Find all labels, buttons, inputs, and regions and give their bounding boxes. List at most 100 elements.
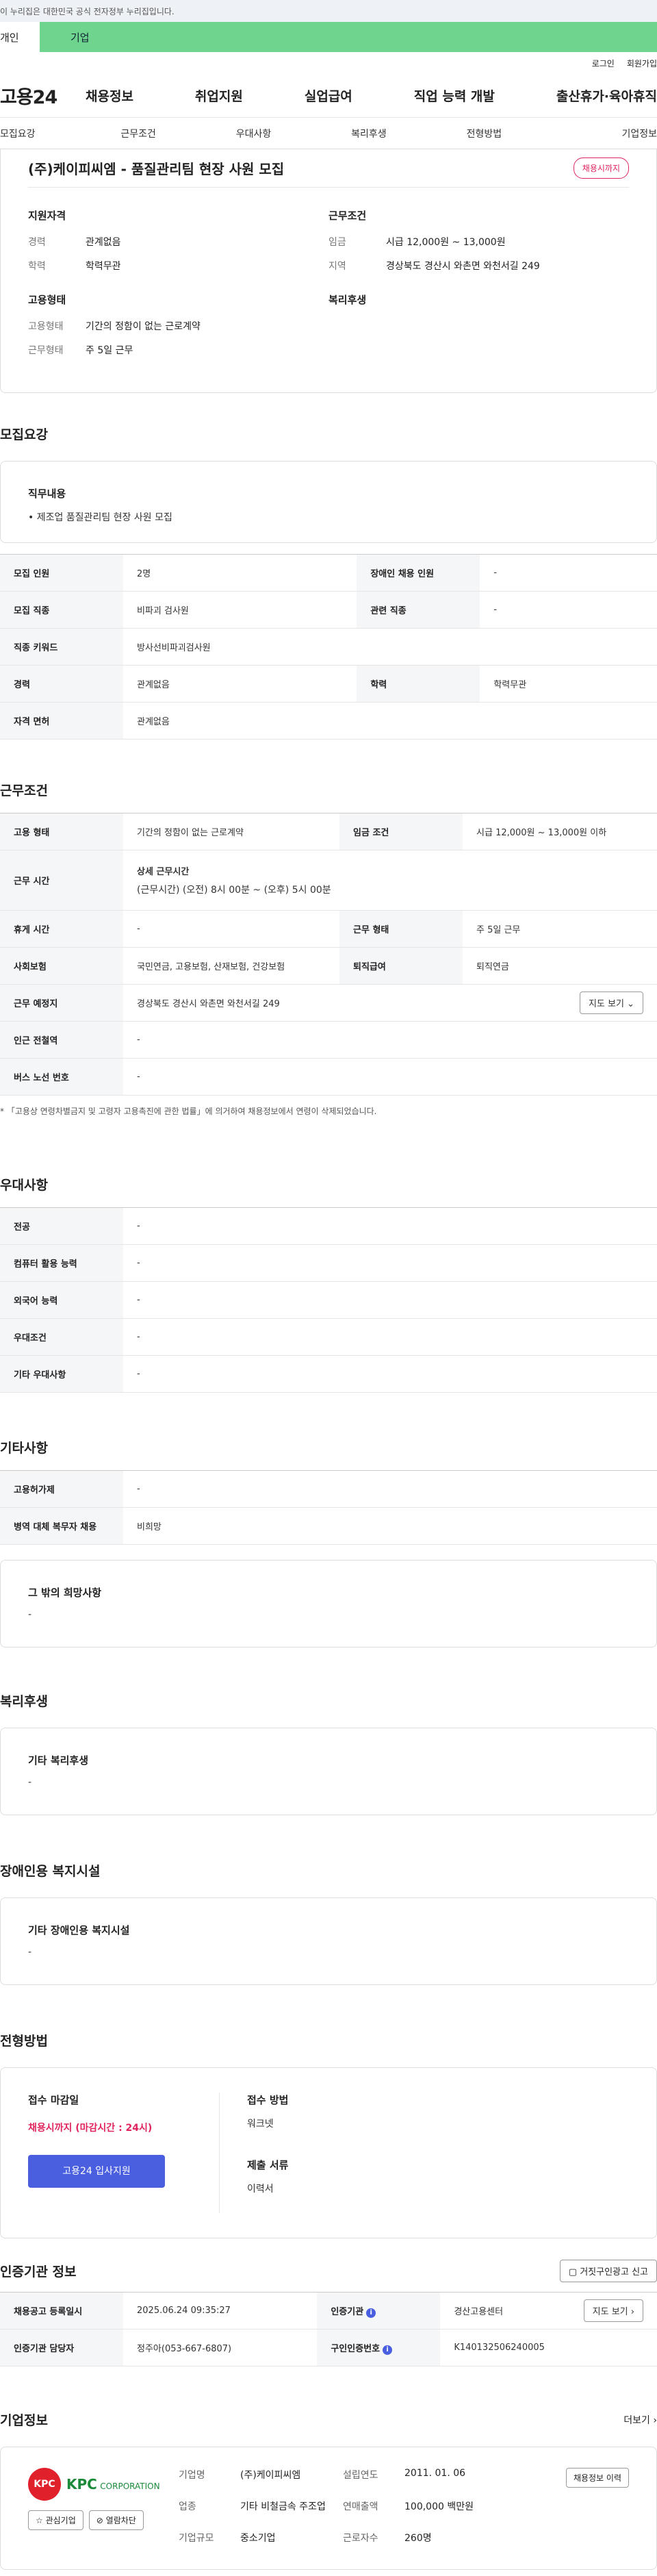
map-button[interactable]: 지도 보기 ⌄ xyxy=(579,992,643,1014)
tab-company[interactable]: 기업 xyxy=(40,22,657,52)
table-row: 버스 노선 번호 - xyxy=(0,1058,657,1096)
login-link[interactable]: 로그인 xyxy=(592,58,615,69)
deadline-value: 채용시까지 (마감시간 : 24시) xyxy=(28,2123,153,2134)
row-value: 2명 xyxy=(123,554,357,592)
row-value: - xyxy=(123,1318,657,1356)
info-icon[interactable]: i xyxy=(366,2308,376,2318)
fav-button[interactable]: ☆ 관심기업 xyxy=(28,2510,83,2530)
hours-cell: 상세 근무시간 (근무시간) (오전) 8시 00분 ~ (오후) 5시 00분 xyxy=(123,850,657,911)
cond-value: 경상북도 경산시 와촌면 와천서길 249 xyxy=(386,261,540,272)
gnb-item-unemployment[interactable]: 실업급여 xyxy=(305,86,352,105)
apply-box: 접수 마감일 채용시까지 (마감시간 : 24시) 고용24 입사지원 접수 방… xyxy=(0,2067,657,2238)
co-label: 기업규모 xyxy=(179,2533,214,2544)
row-label: 인증기관 담당자 xyxy=(0,2329,123,2366)
docs-value: 이력서 xyxy=(247,2184,274,2195)
row-value: - xyxy=(123,910,340,948)
info-icon[interactable]: i xyxy=(383,2345,393,2355)
subnav-welfare[interactable]: 복리후생 xyxy=(311,127,426,140)
gnb-item-skills[interactable]: 직업 능력 개발 xyxy=(414,86,495,105)
org-cell: 경산고용센터 지도 보기 › xyxy=(440,2292,657,2329)
row-label: 고용 형태 xyxy=(0,813,123,850)
history-button[interactable]: 채용정보 이력 xyxy=(565,2468,629,2488)
duty-text: • 제조업 품질관리팀 현장 사원 모집 xyxy=(28,512,172,523)
qual-label: 경력 xyxy=(28,237,46,248)
table-row: 고용 형태 기간의 정함이 없는 근로계약 임금 조건 시급 12,000원 ~… xyxy=(0,813,657,850)
org-label: 인증기관 xyxy=(331,2306,364,2317)
co-value: 중소기업 xyxy=(240,2533,276,2544)
tab-personal[interactable]: 개인 xyxy=(0,22,40,52)
gnb-item-parental-leave[interactable]: 출산휴가·육아휴직 xyxy=(556,86,657,105)
chevron-right-icon: › xyxy=(653,2414,657,2426)
co-label: 기업명 xyxy=(179,2470,205,2481)
row-label: 관련 직종 xyxy=(357,591,480,629)
company-title: 기업정보 xyxy=(0,2413,48,2428)
apply-button[interactable]: 고용24 입사지원 xyxy=(28,2155,165,2188)
gov-notice: 이 누리집은 대한민국 공식 전자정부 누리집입니다. xyxy=(0,7,175,16)
recruit-section: 모집요강 직무내용 • 제조업 품질관리팀 현장 사원 모집 모집 인원 2명 … xyxy=(0,425,657,740)
table-row: 인증기관 담당자 정주아(053-667-6807) 구인인증번호 i K1401… xyxy=(0,2329,657,2366)
welfare-heading: 복리후생 xyxy=(328,294,367,306)
row-label: 전공 xyxy=(0,1207,123,1245)
row-label: 외국어 능력 xyxy=(0,1281,123,1319)
gnb-item-jobs[interactable]: 채용정보 xyxy=(86,86,133,105)
report-button[interactable]: ▢ 거짓구인광고 신고 xyxy=(559,2260,657,2282)
cert-table: 채용공고 등록일시 2025.06.24 09:35:27 인증기관 i 경산고용… xyxy=(0,2292,657,2366)
row-label: 모집 직종 xyxy=(0,591,123,629)
table-row: 외국어 능력 - xyxy=(0,1281,657,1319)
method-value: 워크넷 xyxy=(247,2119,274,2130)
row-value: K140132506240005 xyxy=(440,2329,657,2366)
work-table: 고용 형태 기간의 정함이 없는 근로계약 임금 조건 시급 12,000원 ~… xyxy=(0,813,657,1096)
row-value: - xyxy=(123,1470,657,1508)
summary-card: (주)케이피씨엠 - 품질관리팀 현장 사원 모집 채용시까지 지원자격 경력 관… xyxy=(0,149,657,393)
company-section: 기업정보 더보기 › KPC KPC CORPORATION ☆ 관심기업 ⊘ … xyxy=(0,2410,657,2570)
row-value: - xyxy=(480,591,657,629)
row-label: 직종 키워드 xyxy=(0,628,123,666)
subnav-company[interactable]: 기업정보 xyxy=(542,127,657,140)
row-label: 컴퓨터 활용 능력 xyxy=(0,1244,123,1282)
table-row: 병역 대체 복무자 채용 비희망 xyxy=(0,1507,657,1545)
deadline-badge: 채용시까지 xyxy=(573,157,629,179)
disability-box: 기타 장애인용 복지시설 - xyxy=(0,1897,657,1985)
emp-label: 고용형태 xyxy=(28,321,64,332)
id-label: 구인인증번호 xyxy=(331,2343,381,2354)
subnav-pref[interactable]: 우대사항 xyxy=(196,127,311,140)
cond-heading: 근무조건 xyxy=(328,210,367,222)
table-row: 채용공고 등록일시 2025.06.24 09:35:27 인증기관 i 경산고용… xyxy=(0,2292,657,2329)
co-value: (주)케이피씨엠 xyxy=(240,2470,301,2481)
age-note: * 「고용상 연령차별금지 및 고령자 고용촉진에 관한 법률」에 의거하여 채… xyxy=(0,1107,377,1116)
org-map-button[interactable]: 지도 보기 › xyxy=(583,2299,643,2322)
kpc-logo-sub: CORPORATION xyxy=(100,2482,160,2491)
more-link[interactable]: 더보기 › xyxy=(623,2413,657,2427)
cond-value: 시급 12,000원 ~ 13,000원 xyxy=(386,237,506,248)
site-logo[interactable]: 고용24 xyxy=(0,82,86,109)
row-label: 근무 형태 xyxy=(339,910,463,948)
row-value: 정주아(053-667-6807) xyxy=(123,2329,318,2366)
gnb-item-employment-support[interactable]: 취업지원 xyxy=(195,86,243,105)
company-logo: KPC KPC CORPORATION xyxy=(28,2468,179,2501)
work-section: 근무조건 고용 형태 기간의 정함이 없는 근로계약 임금 조건 시급 12,0… xyxy=(0,781,657,1117)
welfare-heading: 기타 복리후생 xyxy=(28,1754,89,1767)
block-label: 열람차단 xyxy=(105,2516,136,2525)
utility-menu: 로그인 회원가입 xyxy=(0,52,657,74)
subnav-apply[interactable]: 전형방법 xyxy=(426,127,541,140)
report-button-label: 거짓구인광고 신고 xyxy=(580,2267,648,2277)
co-label: 설립연도 xyxy=(343,2470,378,2481)
row-label: 채용공고 등록일시 xyxy=(0,2292,123,2329)
subnav-recruit[interactable]: 모집요강 xyxy=(0,127,81,140)
row-label: 고용허가제 xyxy=(0,1470,123,1508)
table-row: 경력 관계없음 학력 학력무관 xyxy=(0,665,657,703)
chevron-down-icon: ⌄ xyxy=(627,999,634,1009)
row-value: - xyxy=(123,1244,657,1282)
more-label: 더보기 xyxy=(623,2414,650,2426)
disability-heading: 기타 장애인용 복지시설 xyxy=(28,1924,130,1936)
table-row: 전공 - xyxy=(0,1207,657,1245)
block-button[interactable]: ⊘ 열람차단 xyxy=(88,2510,144,2530)
row-label: 구인인증번호 i xyxy=(317,2329,441,2366)
pref-table: 전공 - 컴퓨터 활용 능력 - 외국어 능력 - 우대조건 - 기타 우대사항 - xyxy=(0,1207,657,1393)
co-label: 근로자수 xyxy=(343,2533,378,2544)
subnav-work[interactable]: 근무조건 xyxy=(81,127,196,140)
join-link[interactable]: 회원가입 xyxy=(627,58,657,69)
row-value: 비희망 xyxy=(123,1507,657,1545)
co-value: 2011. 01. 06 xyxy=(404,2468,466,2479)
row-value: 국민연금, 고용보험, 산재보험, 건강보험 xyxy=(123,947,340,985)
